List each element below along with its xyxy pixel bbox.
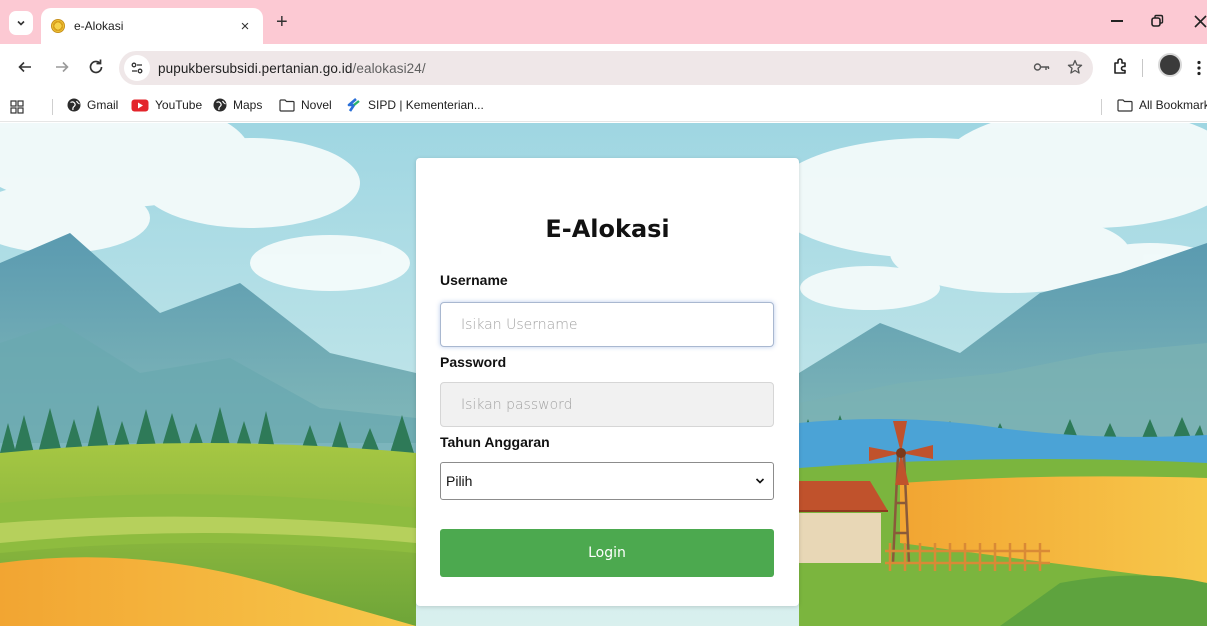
apps-grid-icon[interactable] (10, 100, 24, 114)
globe-icon (67, 98, 81, 112)
toolbar-divider (1142, 59, 1143, 77)
chevron-down-icon (755, 478, 765, 484)
password-key-icon[interactable] (1033, 61, 1051, 73)
login-card: E-Alokasi Username Password Tahun Anggar… (416, 158, 799, 606)
tab-close-icon[interactable]: × (237, 18, 253, 35)
globe-icon (213, 98, 227, 112)
bookmarks-bar: Gmail YouTube Maps Novel SIPD | Kementer… (0, 92, 1207, 122)
login-button[interactable]: Login (440, 529, 774, 577)
folder-icon (1117, 98, 1133, 112)
bookmark-novel[interactable]: Novel (279, 98, 332, 112)
url-text: pupukbersubsidi.pertanian.go.id/ealokasi… (158, 61, 426, 76)
username-label: Username (440, 272, 508, 288)
page-viewport: E-Alokasi Username Password Tahun Anggar… (0, 123, 1207, 626)
restore-icon[interactable] (1150, 14, 1164, 28)
year-select[interactable]: Pilih (440, 462, 774, 500)
password-input[interactable] (440, 382, 774, 427)
bookmark-maps[interactable]: Maps (213, 98, 262, 112)
site-info-button[interactable] (124, 55, 150, 81)
all-bookmarks-label: All Bookmark (1139, 98, 1207, 112)
bookmark-label: SIPD | Kementerian... (368, 98, 484, 112)
all-bookmarks-button[interactable]: All Bookmark (1117, 98, 1207, 112)
tab-strip: e-Alokasi × + (0, 0, 1207, 44)
bookmarks-divider (52, 99, 53, 115)
browser-tab[interactable]: e-Alokasi × (41, 8, 263, 44)
chevron-down-icon (17, 20, 25, 26)
tune-icon (131, 62, 143, 74)
bookmark-label: Maps (233, 98, 263, 112)
url-host: pupukbersubsidi.pertanian.go.id (158, 60, 353, 76)
year-label: Tahun Anggaran (440, 434, 550, 450)
forward-arrow-icon[interactable] (52, 59, 72, 75)
youtube-icon (131, 99, 149, 111)
tab-title: e-Alokasi (74, 19, 124, 33)
bookmark-sipd[interactable]: SIPD | Kementerian... (346, 98, 484, 112)
bookmark-gmail[interactable]: Gmail (67, 98, 118, 112)
address-bar[interactable]: pupukbersubsidi.pertanian.go.id/ealokasi… (119, 51, 1093, 85)
year-select-value: Pilih (446, 473, 473, 489)
bookmarks-divider (1101, 99, 1102, 115)
site-favicon-icon (51, 19, 65, 33)
password-label: Password (440, 354, 507, 370)
url-path: /ealokasi24/ (352, 60, 426, 76)
bookmark-label: Novel (301, 98, 332, 112)
extensions-puzzle-icon[interactable] (1112, 57, 1130, 75)
close-window-icon[interactable] (1194, 15, 1207, 28)
bookmark-label: Gmail (87, 98, 119, 112)
kebab-menu-icon[interactable] (1197, 60, 1201, 76)
sipd-icon (347, 98, 360, 112)
username-input[interactable] (440, 302, 774, 347)
tab-search-button[interactable] (9, 11, 33, 35)
back-arrow-icon[interactable] (15, 59, 35, 75)
bookmark-label: YouTube (155, 98, 203, 112)
barn (799, 481, 888, 563)
login-title: E-Alokasi (545, 215, 670, 243)
minimize-icon[interactable] (1110, 19, 1124, 23)
folder-icon (279, 98, 295, 112)
new-tab-button[interactable]: + (276, 12, 288, 32)
bookmark-star-icon[interactable] (1067, 59, 1083, 75)
reload-icon[interactable] (86, 58, 106, 76)
browser-toolbar: pupukbersubsidi.pertanian.go.id/ealokasi… (0, 44, 1207, 92)
bookmark-youtube[interactable]: YouTube (131, 98, 202, 112)
profile-avatar[interactable] (1158, 53, 1182, 77)
